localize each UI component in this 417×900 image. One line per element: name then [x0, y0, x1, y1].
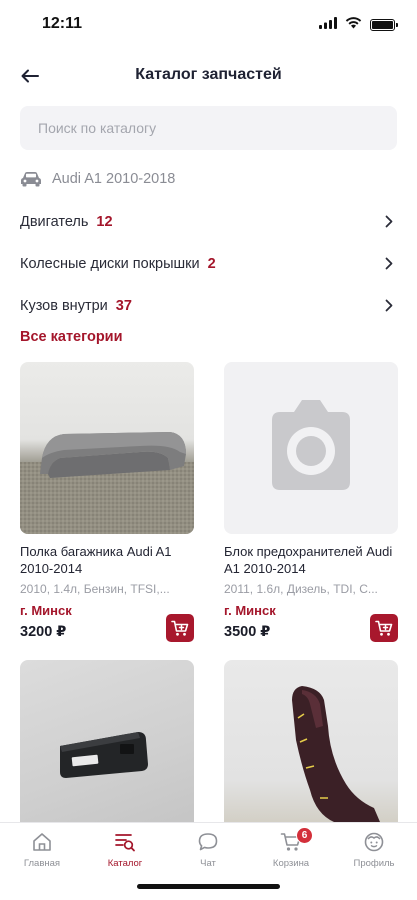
- add-to-cart-button[interactable]: [166, 614, 194, 642]
- home-icon: [33, 833, 51, 851]
- category-name: Колесные диски покрышки: [20, 256, 200, 272]
- product-image-placeholder[interactable]: [224, 362, 398, 534]
- add-to-cart-button[interactable]: [370, 614, 398, 642]
- product-image[interactable]: [20, 362, 194, 534]
- fuse-box-photo: [60, 732, 148, 778]
- search-input[interactable]: [20, 106, 397, 150]
- category-row-body-interior[interactable]: Кузов внутри 37: [20, 291, 397, 321]
- category-row-wheels[interactable]: Колесные диски покрышки 2: [20, 249, 397, 279]
- category-count: 12: [96, 214, 113, 230]
- home-indicator: [137, 884, 280, 889]
- product-image[interactable]: [224, 660, 398, 832]
- product-title: Полка багажника Audi A1 2010-2014: [20, 544, 172, 576]
- tab-home[interactable]: Главная: [7, 831, 77, 869]
- car-icon: [21, 172, 41, 187]
- chat-icon: [198, 833, 218, 851]
- product-card[interactable]: Полка багажника Audi A1 2010-2014 2010, …: [20, 362, 194, 642]
- product-image[interactable]: [20, 660, 194, 832]
- catalog-icon: [115, 834, 135, 852]
- chevron-right-icon: [385, 257, 393, 270]
- tab-label: Главная: [23, 858, 61, 869]
- category-name: Двигатель: [20, 214, 89, 230]
- page-title: Каталог запчастей: [135, 66, 282, 83]
- wifi-icon: [345, 16, 362, 34]
- product-title: Блок предохранителей Audi A1 2010-2014: [224, 544, 393, 576]
- vehicle-label: Audi A1 2010-2018: [52, 171, 176, 187]
- battery-icon: [370, 19, 398, 31]
- signal-icon: [319, 16, 337, 34]
- header: Каталог запчастей: [0, 56, 417, 96]
- product-meta: 2011, 1.6л, Дизель, TDI, С...: [224, 582, 378, 596]
- cart-plus-icon: [171, 620, 189, 636]
- status-time: 12:11: [42, 15, 83, 32]
- tab-cart[interactable]: 6 Корзина: [256, 827, 326, 869]
- tab-catalog[interactable]: Каталог: [90, 831, 160, 869]
- all-categories-link[interactable]: Все категории: [20, 329, 123, 345]
- cart-plus-icon: [375, 620, 393, 636]
- product-card[interactable]: Блок предохранителей Audi A1 2010-2014 2…: [224, 362, 398, 642]
- product-meta: 2010, 1.4л, Бензин, TFSI,...: [20, 582, 170, 596]
- tab-label: Корзина: [272, 858, 310, 869]
- category-count: 2: [207, 256, 216, 272]
- parcel-shelf-photo: [20, 432, 194, 534]
- tab-chat[interactable]: Чат: [173, 831, 243, 869]
- camera-icon: [272, 400, 350, 490]
- category-row-engine[interactable]: Двигатель 12: [20, 207, 397, 237]
- chevron-right-icon: [385, 215, 393, 228]
- product-card[interactable]: [224, 660, 398, 832]
- category-name: Кузов внутри: [20, 298, 108, 314]
- status-icons: [319, 16, 398, 34]
- cart-badge: 6: [296, 827, 313, 844]
- chevron-right-icon: [385, 299, 393, 312]
- product-card[interactable]: [20, 660, 194, 832]
- fender-photo: [292, 686, 380, 822]
- tab-label: Каталог: [107, 858, 143, 869]
- profile-icon: [364, 832, 384, 852]
- tab-profile[interactable]: Профиль: [339, 831, 409, 869]
- selected-vehicle[interactable]: Audi A1 2010-2018: [20, 168, 175, 190]
- tab-label: Чат: [200, 858, 216, 869]
- tab-label: Профиль: [353, 858, 395, 869]
- category-count: 37: [115, 298, 132, 314]
- status-bar: 12:11: [0, 0, 417, 46]
